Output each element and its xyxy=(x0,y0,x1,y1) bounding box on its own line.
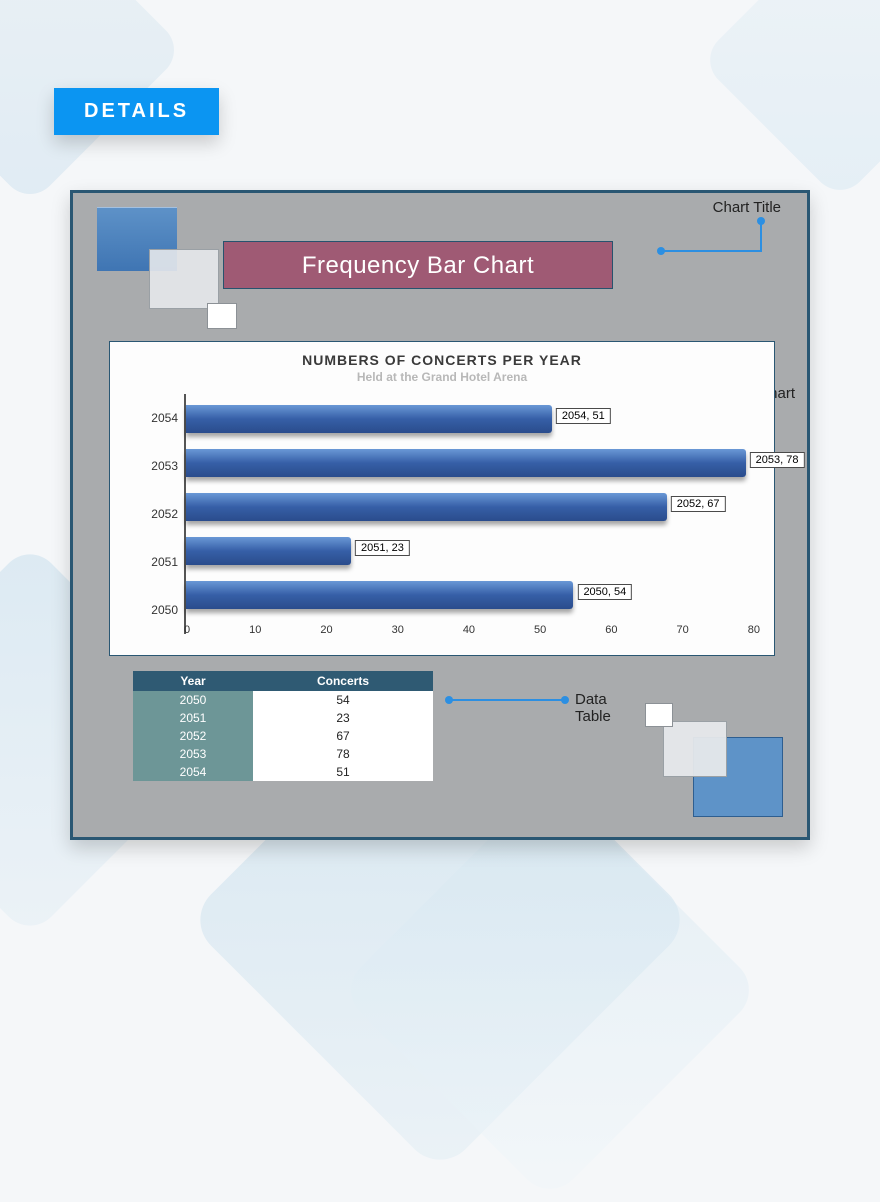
chart-container: NUMBERS OF CONCERTS PER YEAR Held at the… xyxy=(109,341,775,656)
bar: 2053, 78 xyxy=(186,449,746,477)
bar-data-label: 2052, 67 xyxy=(671,496,726,512)
bar-data-label: 2051, 23 xyxy=(355,540,410,556)
table-header-row: Year Concerts xyxy=(133,671,433,691)
chart-heading: NUMBERS OF CONCERTS PER YEAR xyxy=(124,352,760,368)
y-tick: 2051 xyxy=(151,555,178,569)
chart-subheading: Held at the Grand Hotel Arena xyxy=(124,370,760,384)
bar-row: 2054, 51 xyxy=(186,400,760,438)
bar-data-label: 2054, 51 xyxy=(556,408,611,424)
bar-row: 2053, 78 xyxy=(186,444,760,482)
x-axis: 0 10 20 30 40 50 60 70 80 xyxy=(184,624,760,636)
bars-area: 2054, 51 2053, 78 2052, 67 2051, 23 2050, 54 xyxy=(184,394,760,634)
y-axis: 2054 2053 2052 2051 2050 xyxy=(124,394,184,634)
annotation-label: Chart Title xyxy=(713,199,781,216)
x-tick: 50 xyxy=(534,624,546,636)
details-tab: DETAILS xyxy=(54,88,219,135)
bar-row: 2051, 23 xyxy=(186,532,760,570)
x-tick: 20 xyxy=(320,624,332,636)
bar-data-label: 2050, 54 xyxy=(577,584,632,600)
table-row: 205451 xyxy=(133,763,433,781)
table-row: 205123 xyxy=(133,709,433,727)
table-row: 205267 xyxy=(133,727,433,745)
template-panel: Frequency Bar Chart Chart Title Chart NU… xyxy=(70,190,810,840)
x-tick: 60 xyxy=(605,624,617,636)
bar: 2054, 51 xyxy=(186,405,552,433)
x-tick: 40 xyxy=(463,624,475,636)
panel-decoration-top-left xyxy=(97,207,177,271)
table-header-year: Year xyxy=(133,671,253,691)
y-tick: 2050 xyxy=(151,603,178,617)
bar: 2052, 67 xyxy=(186,493,667,521)
data-table: Year Concerts 205054 205123 205267 20537… xyxy=(133,671,433,781)
bar-row: 2052, 67 xyxy=(186,488,760,526)
x-tick: 10 xyxy=(249,624,261,636)
table-row: 205054 xyxy=(133,691,433,709)
bar-data-label: 2053, 78 xyxy=(750,452,805,468)
annotation-label: Data Table xyxy=(575,691,611,725)
table-row: 205378 xyxy=(133,745,433,763)
bar: 2051, 23 xyxy=(186,537,351,565)
annotation-chart-title: Chart Title xyxy=(713,199,781,216)
y-tick: 2052 xyxy=(151,507,178,521)
chart-main-title: Frequency Bar Chart xyxy=(223,241,613,289)
x-tick: 0 xyxy=(184,624,190,636)
bar: 2050, 54 xyxy=(186,581,573,609)
bar-row: 2050, 54 xyxy=(186,576,760,614)
bg-decoration xyxy=(699,0,880,201)
x-tick: 30 xyxy=(392,624,404,636)
y-tick: 2053 xyxy=(151,459,178,473)
x-tick: 70 xyxy=(677,624,689,636)
table-header-concerts: Concerts xyxy=(253,671,433,691)
y-tick: 2054 xyxy=(151,411,178,425)
x-tick: 80 xyxy=(748,624,760,636)
bar-plot: 2054 2053 2052 2051 2050 2054, 512053, 7… xyxy=(124,394,760,634)
